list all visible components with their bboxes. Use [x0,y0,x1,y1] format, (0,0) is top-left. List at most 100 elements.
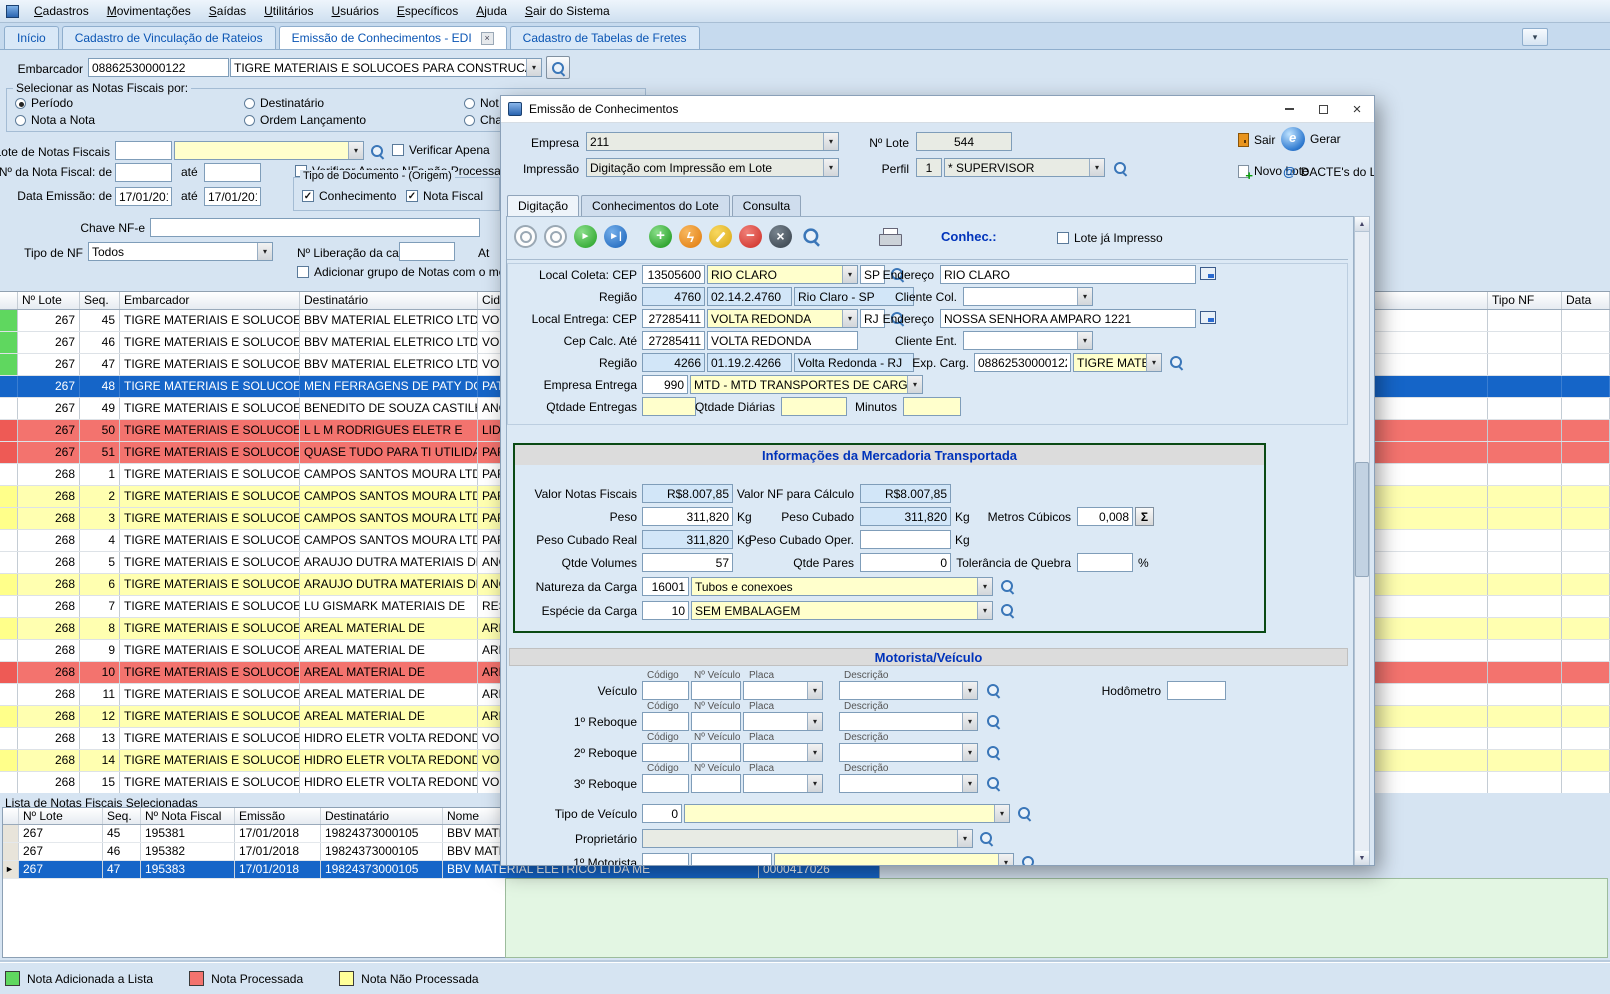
cep-calc-cidade-field[interactable]: VOLTA REDONDA [707,331,858,350]
tab[interactable]: Cadastro de Vinculação de Rateios [62,26,276,49]
gerar-button[interactable]: Gerar [1281,127,1341,151]
empresa-entrega-cod-field[interactable]: 990 [642,375,688,394]
scrollbar-thumb[interactable] [1355,462,1369,577]
search-icon[interactable] [1113,161,1128,176]
last-record-icon[interactable] [604,225,627,248]
tab[interactable]: Cadastro de Tabelas de Fretes [510,26,700,49]
sair-button[interactable]: Sair [1238,133,1275,147]
dropdown-arrow-icon[interactable] [257,243,272,260]
cliente-col-combo[interactable] [963,287,1093,306]
dropdown-arrow-icon[interactable] [994,805,1009,822]
menu-item[interactable]: Específicos [388,1,467,21]
search-icon[interactable] [1000,603,1015,618]
liberacao-field[interactable] [399,242,455,261]
metros-cubicos-field[interactable]: 0,008 [1077,507,1133,526]
radio-periodo[interactable]: Período [15,96,73,110]
tipo-veiculo-cod-field[interactable]: 0 [642,804,682,823]
reboque3-codigo-field[interactable] [642,774,689,793]
exp-carg-combo[interactable]: TIGRE MATERIAIS [1073,353,1162,372]
dropdown-arrow-icon[interactable] [1077,332,1092,349]
vertical-scrollbar[interactable] [1354,216,1370,866]
motorista1-doc-field[interactable] [691,853,772,866]
cliente-ent-combo[interactable] [963,331,1093,350]
menu-item[interactable]: Usuários [322,1,387,21]
scroll-down-icon[interactable] [1355,851,1369,866]
conhecimento-checkbox[interactable]: Conhecimento [302,189,396,203]
close-icon[interactable] [481,32,494,45]
coleta-endereco-field[interactable]: RIO CLARO [940,265,1196,284]
prior-record-icon[interactable] [544,225,567,248]
embarcador-code-field[interactable]: 08862530000122 [88,58,229,77]
dropdown-arrow-icon[interactable] [842,310,857,327]
add-record-icon[interactable] [649,225,672,248]
qtdade-diarias-field[interactable] [781,397,847,416]
veiculo-placa-combo[interactable] [743,681,823,700]
n-lote-field[interactable]: 544 [916,132,1012,151]
dacte-button[interactable]: DACTE's do Lote [1283,164,1375,179]
dropdown-arrow-icon[interactable] [907,376,922,393]
search-icon[interactable] [979,831,994,846]
search-icon[interactable] [1000,579,1015,594]
entrega-cidade-combo[interactable]: VOLTA REDONDA [707,309,858,328]
motorista1-combo[interactable] [774,853,1014,866]
embarcador-search-button[interactable] [546,56,570,79]
nf-ate-field[interactable] [204,163,261,182]
empresa-combo[interactable]: 211 [586,132,839,151]
search-icon[interactable] [370,144,385,159]
search-icon[interactable] [1169,355,1184,370]
data-de-field[interactable]: 17/01/2018 [115,187,172,206]
nota-fiscal-checkbox[interactable]: Nota Fiscal [406,189,483,203]
dropdown-arrow-icon[interactable] [957,830,972,847]
lote-notas-combo[interactable] [174,141,364,160]
perfil-combo[interactable]: * SUPERVISOR [944,158,1105,177]
tolerancia-field[interactable] [1077,553,1133,572]
delete-record-icon[interactable] [739,225,762,248]
next-record-icon[interactable] [574,225,597,248]
dropdown-arrow-icon[interactable] [807,682,822,699]
dropdown-arrow-icon[interactable] [348,142,363,159]
dropdown-arrow-icon[interactable] [823,133,838,150]
dropdown-arrow-icon[interactable] [526,59,541,76]
reboque2-placa-combo[interactable] [743,743,823,762]
menu-item[interactable]: Saídas [200,1,255,21]
reboque1-placa-combo[interactable] [743,712,823,731]
reboque1-codigo-field[interactable] [642,712,689,731]
peso-field[interactable]: 311,820 [642,507,733,526]
close-button[interactable] [1340,96,1374,122]
dialog-tab[interactable]: Consulta [732,195,801,217]
address-device-icon[interactable] [1200,311,1216,324]
dropdown-arrow-icon[interactable] [962,775,977,792]
motorista1-codigo-field[interactable] [642,853,689,866]
dropdown-arrow-icon[interactable] [977,578,992,595]
veiculo-codigo-field[interactable] [642,681,689,700]
natureza-combo[interactable]: Tubos e conexoes [691,577,993,596]
cep-calc-field[interactable]: 27285411 [642,331,705,350]
lote-notas-field[interactable] [115,141,172,160]
dropdown-arrow-icon[interactable] [807,775,822,792]
hodometro-field[interactable] [1167,681,1226,700]
dialog-tab[interactable]: Digitação [507,195,579,217]
tab-list-chevron-down-icon[interactable] [1522,28,1548,46]
dropdown-arrow-icon[interactable] [1089,159,1104,176]
adicionar-grupo-checkbox[interactable]: Adicionar grupo de Notas com o mesm [297,265,521,279]
dropdown-arrow-icon[interactable] [962,744,977,761]
coleta-cep-field[interactable]: 13505600 [642,265,705,284]
tab[interactable]: Início [4,26,59,49]
proprietario-combo[interactable] [642,829,973,848]
dropdown-arrow-icon[interactable] [807,713,822,730]
embarcador-combo[interactable]: TIGRE MATERIAIS E SOLUCOES PARA CONSTRUC… [230,58,542,77]
reboque3-descricao-combo[interactable] [839,774,978,793]
menu-item[interactable]: Cadastros [25,1,98,21]
radio-destinatario[interactable]: Destinatário [244,96,324,110]
dialog-title-bar[interactable]: Emissão de Conhecimentos [501,96,1374,123]
menu-item[interactable]: Utilitários [255,1,322,21]
perfil-num-field[interactable]: 1 [916,158,942,177]
search-icon[interactable] [986,714,1001,729]
dropdown-arrow-icon[interactable] [1077,288,1092,305]
reboque1-descricao-combo[interactable] [839,712,978,731]
peso-cubado-oper-field[interactable] [860,530,951,549]
sigma-button[interactable] [1135,507,1154,526]
qtdade-entregas-field[interactable] [642,397,696,416]
entrega-endereco-field[interactable]: NOSSA SENHORA AMPARO 1221 [940,309,1196,328]
entrega-cep-field[interactable]: 27285411 [642,309,705,328]
